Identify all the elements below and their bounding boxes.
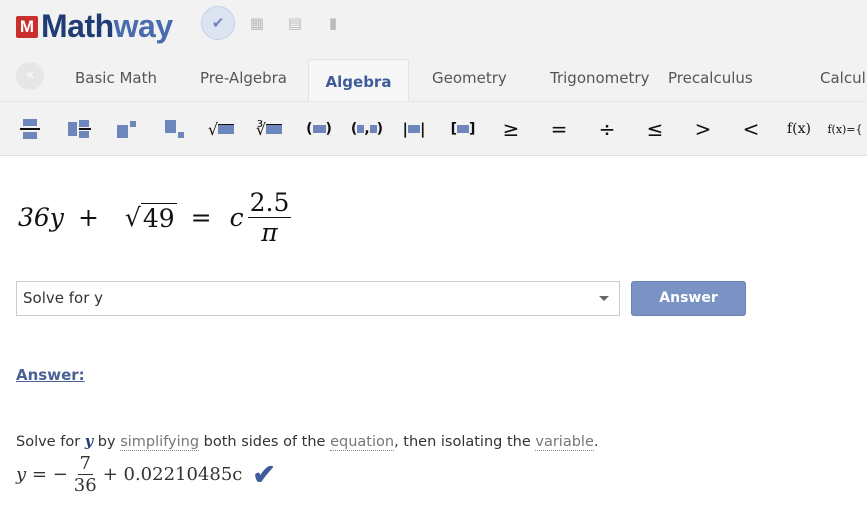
answer-button[interactable]: Answer <box>631 281 746 316</box>
tab-algebra[interactable]: Algebra <box>308 59 409 101</box>
document-icon[interactable]: ▤ <box>278 6 312 40</box>
result-expression: y = − 7 36 + 0.02210485c ✔ <box>16 453 276 496</box>
square-root-icon[interactable]: √ <box>203 114 239 144</box>
fraction-icon[interactable] <box>12 114 48 144</box>
tab-calculus[interactable]: Calculu <box>820 50 867 101</box>
answer-heading[interactable]: Answer: <box>16 366 85 384</box>
explanation-text: Solve for y by simplifying both sides of… <box>16 433 599 451</box>
mathway-logo[interactable]: M Mathway <box>16 8 173 45</box>
piecewise-function-button[interactable]: f(x)={ <box>827 114 863 144</box>
variable-link[interactable]: variable <box>535 434 594 451</box>
tab-basic-math[interactable]: Basic Math <box>75 50 157 101</box>
logo-mark: M <box>16 15 38 38</box>
greater-equal-button[interactable]: ≥ <box>493 114 529 144</box>
less-than-button[interactable]: < <box>733 114 769 144</box>
simplifying-link[interactable]: simplifying <box>120 434 200 451</box>
math-toolbar: √ ∛ () (,) | | [] ≥ = ÷ ≤ > < f(x) f(x)={ <box>0 101 867 156</box>
check-document-icon[interactable]: ✔ <box>201 6 235 40</box>
tab-geometry[interactable]: Geometry <box>432 50 507 101</box>
checkmark-icon: ✔ <box>252 458 276 491</box>
superscript-icon[interactable] <box>108 114 144 144</box>
function-button[interactable]: f(x) <box>781 114 817 144</box>
math-expression[interactable]: 36y + √ 49 = c 2.5 π <box>18 188 292 247</box>
nth-root-icon[interactable]: ∛ <box>251 114 287 144</box>
brackets-icon[interactable]: [] <box>445 114 481 144</box>
header: M Mathway ✔ ▦ ▤ ▮ <box>0 0 867 50</box>
parentheses-icon[interactable]: () <box>301 114 337 144</box>
sqrt-symbol: √ <box>124 203 141 232</box>
divide-button[interactable]: ÷ <box>589 114 625 144</box>
back-chevron-icon[interactable]: « <box>16 62 44 90</box>
equation-link[interactable]: equation <box>330 434 395 451</box>
tab-precalculus[interactable]: Precalculus <box>668 50 753 101</box>
subscript-icon[interactable] <box>156 114 192 144</box>
solve-for-dropdown[interactable]: Solve for y <box>16 281 620 316</box>
absolute-value-icon[interactable]: | | <box>396 114 432 144</box>
grid-icon[interactable]: ▦ <box>240 6 274 40</box>
chevron-down-icon <box>599 296 609 301</box>
greater-than-button[interactable]: > <box>685 114 721 144</box>
copy-icon[interactable]: ▮ <box>316 6 350 40</box>
less-equal-button[interactable]: ≤ <box>637 114 673 144</box>
ordered-pair-icon[interactable]: (,) <box>349 114 385 144</box>
equals-button[interactable]: = <box>541 114 577 144</box>
tab-trigonometry[interactable]: Trigonometry <box>550 50 649 101</box>
mixed-fraction-icon[interactable] <box>61 114 97 144</box>
tab-pre-algebra[interactable]: Pre-Algebra <box>200 50 287 101</box>
